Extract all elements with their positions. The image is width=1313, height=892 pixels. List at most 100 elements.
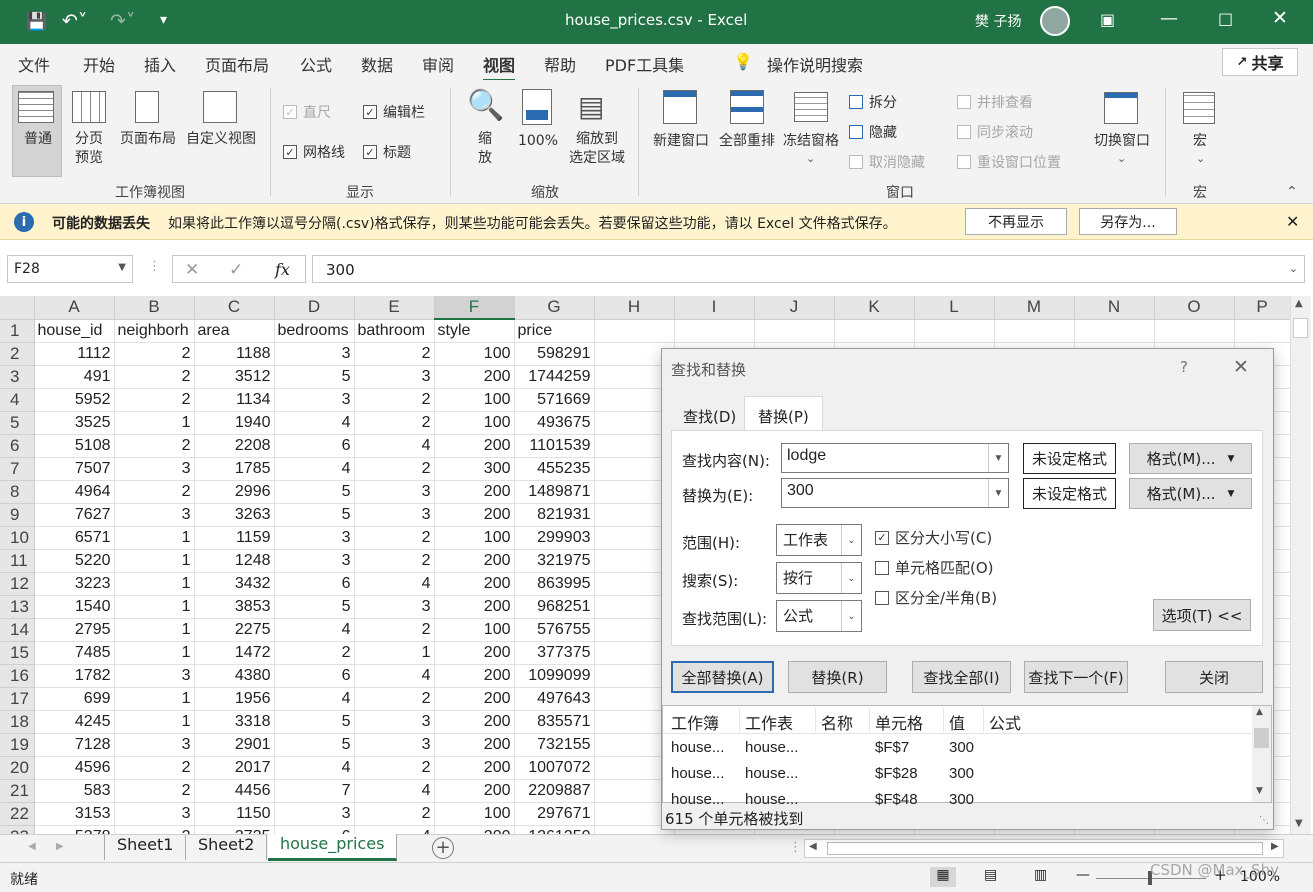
arrange-all-icon[interactable]	[730, 90, 764, 124]
cell[interactable]: 1540	[34, 595, 115, 619]
cell[interactable]: area	[194, 319, 275, 343]
cell[interactable]: 100	[434, 526, 515, 550]
cell[interactable]: style	[434, 319, 515, 343]
name-box[interactable]: F28 ▼	[7, 255, 133, 283]
row-header[interactable]: 19	[0, 733, 35, 757]
cell[interactable]: 5	[274, 595, 355, 619]
custom-view-icon[interactable]	[203, 91, 237, 123]
column-header[interactable]: I	[674, 296, 755, 320]
minimize-icon[interactable]: —	[1160, 8, 1178, 29]
zoom-out-icon[interactable]: —	[1076, 867, 1090, 883]
chevron-down-icon[interactable]: ⌄	[841, 525, 861, 555]
undo-icon[interactable]: ↶˅	[62, 10, 87, 32]
normal-view-icon[interactable]: ▦	[930, 867, 956, 887]
cell[interactable]: 3	[114, 457, 195, 481]
cell[interactable]: 583	[34, 779, 115, 803]
synchronous-scrolling-button[interactable]: 同步滚动	[957, 122, 1033, 142]
cell[interactable]: 377375	[514, 641, 595, 665]
cell[interactable]: 7627	[34, 503, 115, 527]
formula-input[interactable]: 300 ⌄	[312, 255, 1305, 283]
cell[interactable]: 821931	[514, 503, 595, 527]
insert-function-icon[interactable]: fx	[275, 260, 290, 279]
cell[interactable]: 863995	[514, 572, 595, 596]
tab-review[interactable]: 审阅	[422, 52, 454, 76]
cell[interactable]: 4380	[194, 664, 275, 688]
split-button[interactable]: 拆分	[849, 92, 897, 112]
column-header[interactable]: H	[594, 296, 675, 320]
match-entire-cell-checkbox[interactable]: 单元格匹配(O)	[875, 557, 994, 578]
cell[interactable]: 571669	[514, 388, 595, 412]
cell[interactable]: 100	[434, 802, 515, 826]
cell[interactable]: 2996	[194, 480, 275, 504]
maximize-icon[interactable]: □	[1218, 9, 1233, 28]
column-header[interactable]: B	[114, 296, 195, 320]
replace-format-button[interactable]: 格式(M)... ▼	[1129, 478, 1252, 509]
cell[interactable]: 4596	[34, 756, 115, 780]
cell[interactable]: 5	[274, 503, 355, 527]
cell[interactable]: 1	[114, 549, 195, 573]
cell[interactable]: 4	[274, 687, 355, 711]
cell[interactable]: 576755	[514, 618, 595, 642]
cell[interactable]: 1472	[194, 641, 275, 665]
cell[interactable]: 2	[114, 756, 195, 780]
cell[interactable]	[994, 319, 1075, 343]
new-window-button[interactable]: 新建窗口	[648, 132, 714, 151]
cell[interactable]: 2	[114, 434, 195, 458]
row-header[interactable]: 15	[0, 641, 35, 665]
cell[interactable]: 2901	[194, 733, 275, 757]
find-next-button[interactable]: 查找下一个(F)	[1024, 661, 1128, 693]
row-header[interactable]: 7	[0, 457, 35, 481]
cell[interactable]: 200	[434, 480, 515, 504]
within-select[interactable]: 工作表 ⌄	[776, 524, 862, 556]
match-case-checkbox[interactable]: ✓ 区分大小写(C)	[875, 527, 992, 548]
expand-formula-icon[interactable]: ⌄	[1289, 262, 1298, 275]
options-button[interactable]: 选项(T) <<	[1153, 599, 1251, 631]
tab-data[interactable]: 数据	[361, 52, 393, 76]
search-order-select[interactable]: 按行 ⌄	[776, 562, 862, 594]
cell[interactable]: 3432	[194, 572, 275, 596]
sheet-tab-sheet2[interactable]: Sheet2	[186, 835, 268, 860]
cell[interactable]: 1	[114, 618, 195, 642]
cell[interactable]: 3	[274, 388, 355, 412]
cell[interactable]: 297671	[514, 802, 595, 826]
column-header[interactable]: M	[994, 296, 1075, 320]
cell[interactable]: 732155	[514, 733, 595, 757]
cell[interactable]: 2	[114, 779, 195, 803]
cell[interactable]	[1234, 319, 1291, 343]
cell[interactable]: 4	[274, 618, 355, 642]
new-window-icon[interactable]	[663, 90, 697, 124]
cell[interactable]: 100	[434, 342, 515, 366]
resize-grip-icon[interactable]: ⋱	[1259, 815, 1269, 826]
cell[interactable]: 3	[354, 480, 435, 504]
cell[interactable]: 2208	[194, 434, 275, 458]
freeze-panes-button[interactable]: 冻结窗格	[780, 132, 842, 151]
cell[interactable]	[914, 319, 995, 343]
scroll-up-icon[interactable]: ▲	[1295, 298, 1303, 309]
cell[interactable]: 100	[434, 618, 515, 642]
cell[interactable]: 3	[354, 503, 435, 527]
switch-windows-button[interactable]: 切换窗口	[1090, 132, 1154, 151]
cell[interactable]: 1112	[34, 342, 115, 366]
horizontal-scrollbar[interactable]: ◀ ▶	[804, 839, 1284, 858]
row-header[interactable]: 11	[0, 549, 35, 573]
cell[interactable]: 7128	[34, 733, 115, 757]
cell[interactable]: 1261250	[514, 825, 595, 834]
cell[interactable]: 200	[434, 595, 515, 619]
customize-qat-icon[interactable]: ▾	[160, 12, 167, 28]
row-header[interactable]: 6	[0, 434, 35, 458]
ruler-checkbox[interactable]: ✓ 直尺	[283, 102, 331, 122]
tell-me-search[interactable]: 操作说明搜索	[767, 52, 863, 76]
unhide-button[interactable]: 取消隐藏	[849, 152, 925, 172]
cell[interactable]: 200	[434, 687, 515, 711]
zoom-button[interactable]: 缩 放	[470, 130, 500, 168]
dialog-close-icon[interactable]: ✕	[1233, 356, 1249, 378]
row-header[interactable]: 22	[0, 802, 35, 826]
cell[interactable]: 200	[434, 664, 515, 688]
tab-insert[interactable]: 插入	[144, 52, 176, 76]
column-header[interactable]: P	[1234, 296, 1291, 320]
cell[interactable]: 200	[434, 641, 515, 665]
cell[interactable]: price	[514, 319, 595, 343]
tab-replace[interactable]: 替换(P)	[744, 396, 823, 430]
row-header[interactable]: 4	[0, 388, 35, 412]
cell[interactable]: 1007072	[514, 756, 595, 780]
